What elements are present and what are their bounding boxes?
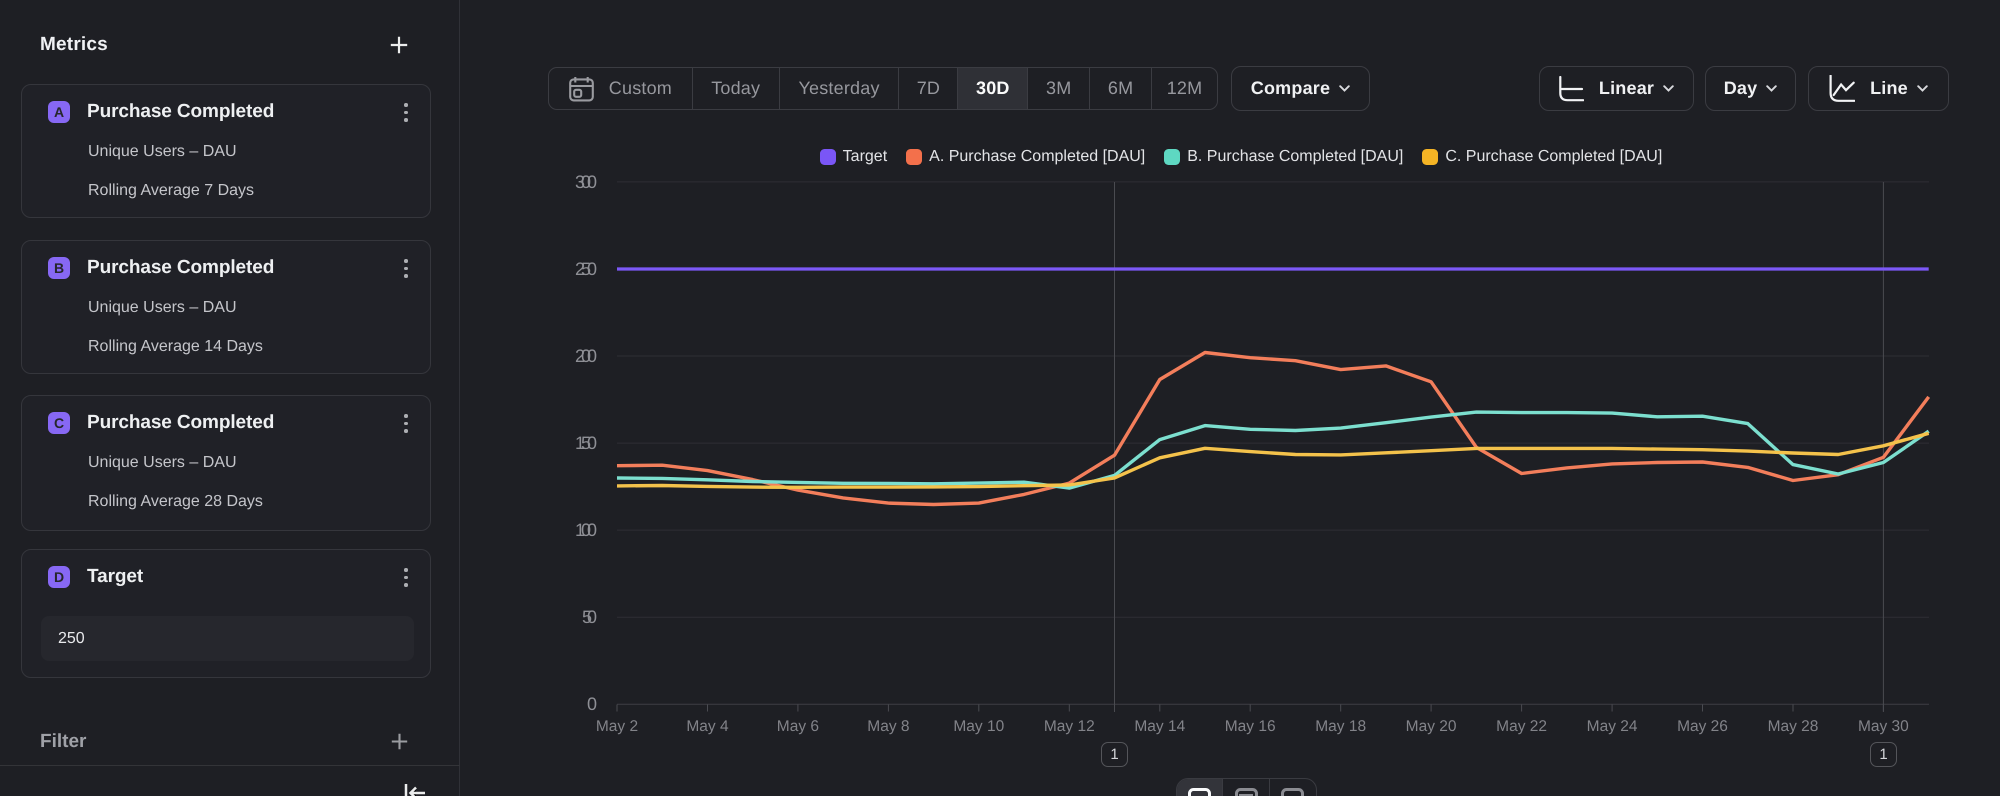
svg-text:May 6: May 6 <box>777 718 819 735</box>
svg-text:May 16: May 16 <box>1225 718 1276 735</box>
svg-text:May 8: May 8 <box>867 718 909 735</box>
svg-text:May 10: May 10 <box>953 718 1004 735</box>
svg-text:150: 150 <box>575 433 597 453</box>
svg-text:May 24: May 24 <box>1587 718 1638 735</box>
svg-text:May 18: May 18 <box>1315 718 1366 735</box>
svg-text:100: 100 <box>575 520 597 540</box>
svg-text:May 28: May 28 <box>1768 718 1819 735</box>
svg-text:300: 300 <box>575 172 597 192</box>
svg-text:May 22: May 22 <box>1496 718 1547 735</box>
svg-text:May 14: May 14 <box>1134 718 1185 735</box>
svg-text:May 12: May 12 <box>1044 718 1095 735</box>
svg-text:50: 50 <box>582 607 597 627</box>
svg-text:May 30: May 30 <box>1858 718 1909 735</box>
svg-text:May 4: May 4 <box>686 718 729 735</box>
svg-text:0: 0 <box>587 694 597 714</box>
svg-text:May 20: May 20 <box>1406 718 1457 735</box>
svg-text:200: 200 <box>575 346 597 366</box>
svg-text:250: 250 <box>575 259 597 279</box>
svg-text:May 2: May 2 <box>596 718 638 735</box>
svg-text:May 26: May 26 <box>1677 718 1728 735</box>
